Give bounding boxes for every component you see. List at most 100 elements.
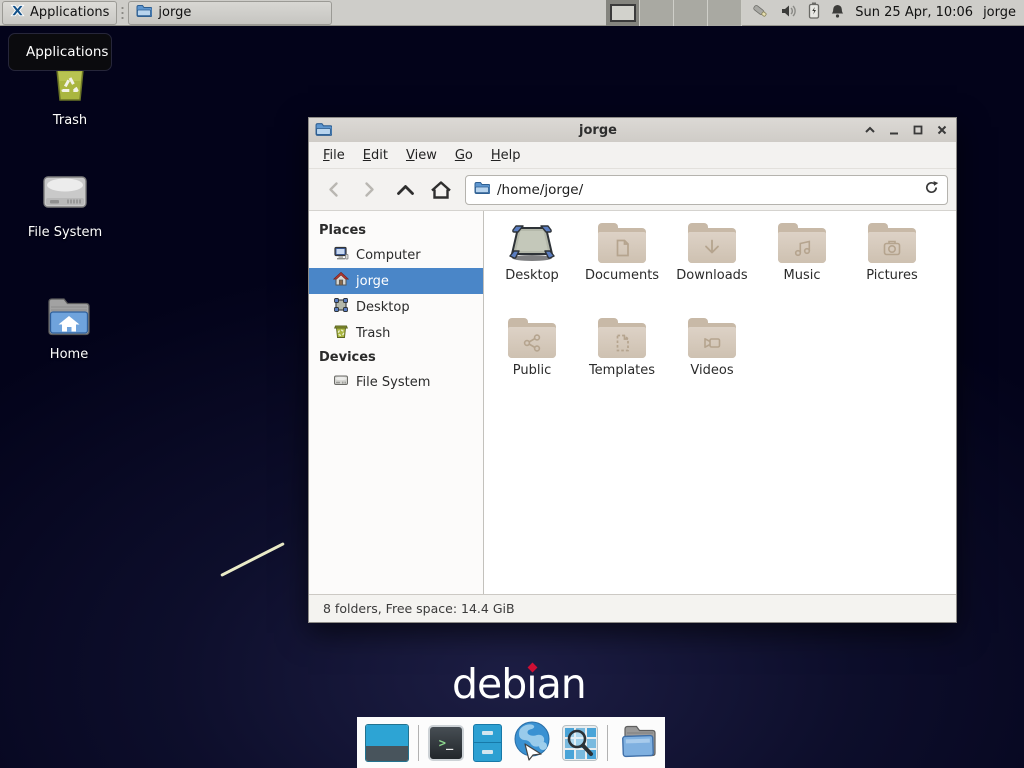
menu-help[interactable]: Help [483, 145, 529, 166]
sidebar-item-trash[interactable]: Trash [309, 320, 483, 346]
folder-icon [474, 181, 490, 198]
computer-icon [333, 245, 349, 265]
location-path[interactable]: /home/jorge/ [497, 182, 917, 198]
window-titlebar[interactable]: jorge [309, 118, 956, 142]
panel-separator-handle [120, 4, 125, 22]
notifications-bell-icon[interactable] [830, 3, 845, 23]
home-folder-icon [45, 292, 93, 342]
web-browser-launcher-icon[interactable] [511, 720, 553, 766]
desktop-surface-icon [508, 223, 556, 263]
window-folder-icon [315, 121, 332, 140]
taskbar-window-button[interactable]: jorge [128, 1, 332, 25]
icon-view[interactable]: Desktop Documents Downloads Music [484, 211, 956, 594]
folder-item-videos[interactable]: Videos [667, 318, 757, 413]
sidebar-item-file-system[interactable]: File System [309, 369, 483, 395]
top-panel: Applications jorge Sun 25 Apr, 10:06 jor… [0, 0, 1024, 26]
reload-icon[interactable] [924, 180, 939, 199]
desktop-icon-label: Trash [53, 113, 87, 128]
folder-icon [598, 318, 646, 358]
system-tray [750, 2, 845, 23]
share-emblem-icon [521, 332, 543, 354]
panel-clock[interactable]: Sun 25 Apr, 10:06 [855, 5, 973, 20]
desktop-icon-home[interactable]: Home [14, 292, 124, 362]
up-button[interactable] [389, 175, 421, 205]
folder-label: Desktop [505, 268, 559, 283]
folder-label: Templates [589, 363, 655, 378]
sidebar-item-label: Computer [356, 248, 421, 263]
desktop-icon-label: File System [28, 225, 102, 240]
folder-item-templates[interactable]: Templates [577, 318, 667, 413]
workspace-4[interactable] [708, 0, 742, 26]
folder-icon [136, 4, 152, 21]
folder-item-desktop[interactable]: Desktop [487, 223, 577, 318]
dock-separator [607, 725, 608, 761]
folder-icon [688, 318, 736, 358]
back-button[interactable] [317, 175, 349, 205]
status-text: 8 folders, Free space: 14.4 GiB [323, 601, 515, 616]
music-emblem-icon [791, 237, 813, 259]
minimize-button[interactable] [888, 124, 900, 136]
debian-wordmark: debıan [452, 660, 586, 708]
window-title: jorge [332, 123, 864, 138]
download-emblem-icon [701, 237, 723, 259]
workspace-3[interactable] [674, 0, 708, 26]
drive-icon [333, 372, 349, 392]
home-icon [333, 271, 349, 291]
maximize-button[interactable] [912, 124, 924, 136]
folder-label: Pictures [866, 268, 917, 283]
applications-menu-label: Applications [30, 5, 109, 20]
terminal-launcher-icon[interactable]: >_ [428, 725, 464, 761]
hard-drive-icon [41, 170, 89, 220]
workspace-2[interactable] [640, 0, 674, 26]
workspace-switcher[interactable] [606, 0, 742, 26]
trash-icon [333, 323, 349, 343]
shade-window-button[interactable] [864, 124, 876, 136]
dock-separator [418, 725, 419, 761]
desktop-icon-file-system[interactable]: File System [10, 170, 120, 240]
application-finder-launcher-icon[interactable] [562, 725, 598, 761]
video-emblem-icon [701, 332, 723, 354]
sidebar-item-label: File System [356, 375, 430, 390]
file-cabinet-launcher-icon[interactable] [473, 724, 502, 762]
stylus-tray-icon[interactable] [750, 3, 770, 23]
desktop-icon-label: Home [50, 347, 88, 362]
applications-menu-button[interactable]: Applications [2, 1, 117, 25]
folder-item-public[interactable]: Public [487, 318, 577, 413]
sidebar-item-desktop[interactable]: Desktop [309, 294, 483, 320]
home-button[interactable] [425, 175, 457, 205]
sidebar-item-computer[interactable]: Computer [309, 242, 483, 268]
xfce-logo-icon [10, 3, 25, 22]
toolbar: /home/jorge/ [309, 169, 956, 211]
folder-item-pictures[interactable]: Pictures [847, 223, 937, 318]
folder-icon [598, 223, 646, 263]
menu-edit[interactable]: Edit [355, 145, 396, 166]
directory-menu-launcher-icon[interactable] [617, 723, 657, 763]
menu-file[interactable]: File [315, 145, 353, 166]
battery-charging-icon[interactable] [808, 2, 820, 23]
folder-item-music[interactable]: Music [757, 223, 847, 318]
menu-view[interactable]: View [398, 145, 445, 166]
menu-bar: File Edit View Go Help [309, 142, 956, 169]
screen-artifact-line [220, 542, 285, 577]
folder-item-documents[interactable]: Documents [577, 223, 667, 318]
workspace-1-active[interactable] [606, 0, 640, 26]
show-desktop-button[interactable] [365, 724, 409, 762]
forward-button[interactable] [353, 175, 385, 205]
folder-item-downloads[interactable]: Downloads [667, 223, 757, 318]
folder-icon [778, 223, 826, 263]
file-manager-window: jorge File Edit View Go Help /home/jorge… [308, 117, 957, 623]
menu-go[interactable]: Go [447, 145, 481, 166]
workspace-window-thumbnail [610, 4, 636, 22]
magnifier-icon [563, 726, 597, 760]
document-emblem-icon [611, 237, 633, 259]
panel-username[interactable]: jorge [983, 5, 1016, 20]
status-bar: 8 folders, Free space: 14.4 GiB [309, 594, 956, 622]
sidebar-item-label: jorge [356, 274, 389, 289]
location-bar[interactable]: /home/jorge/ [465, 175, 948, 205]
sidebar-item-jorge-selected[interactable]: jorge [309, 268, 483, 294]
close-button[interactable] [936, 124, 948, 136]
folder-label: Documents [585, 268, 659, 283]
places-sidebar: Places Computer jorge Desktop Trash Devi… [309, 211, 484, 594]
debian-text-3: an [537, 660, 586, 708]
volume-icon[interactable] [780, 3, 798, 23]
